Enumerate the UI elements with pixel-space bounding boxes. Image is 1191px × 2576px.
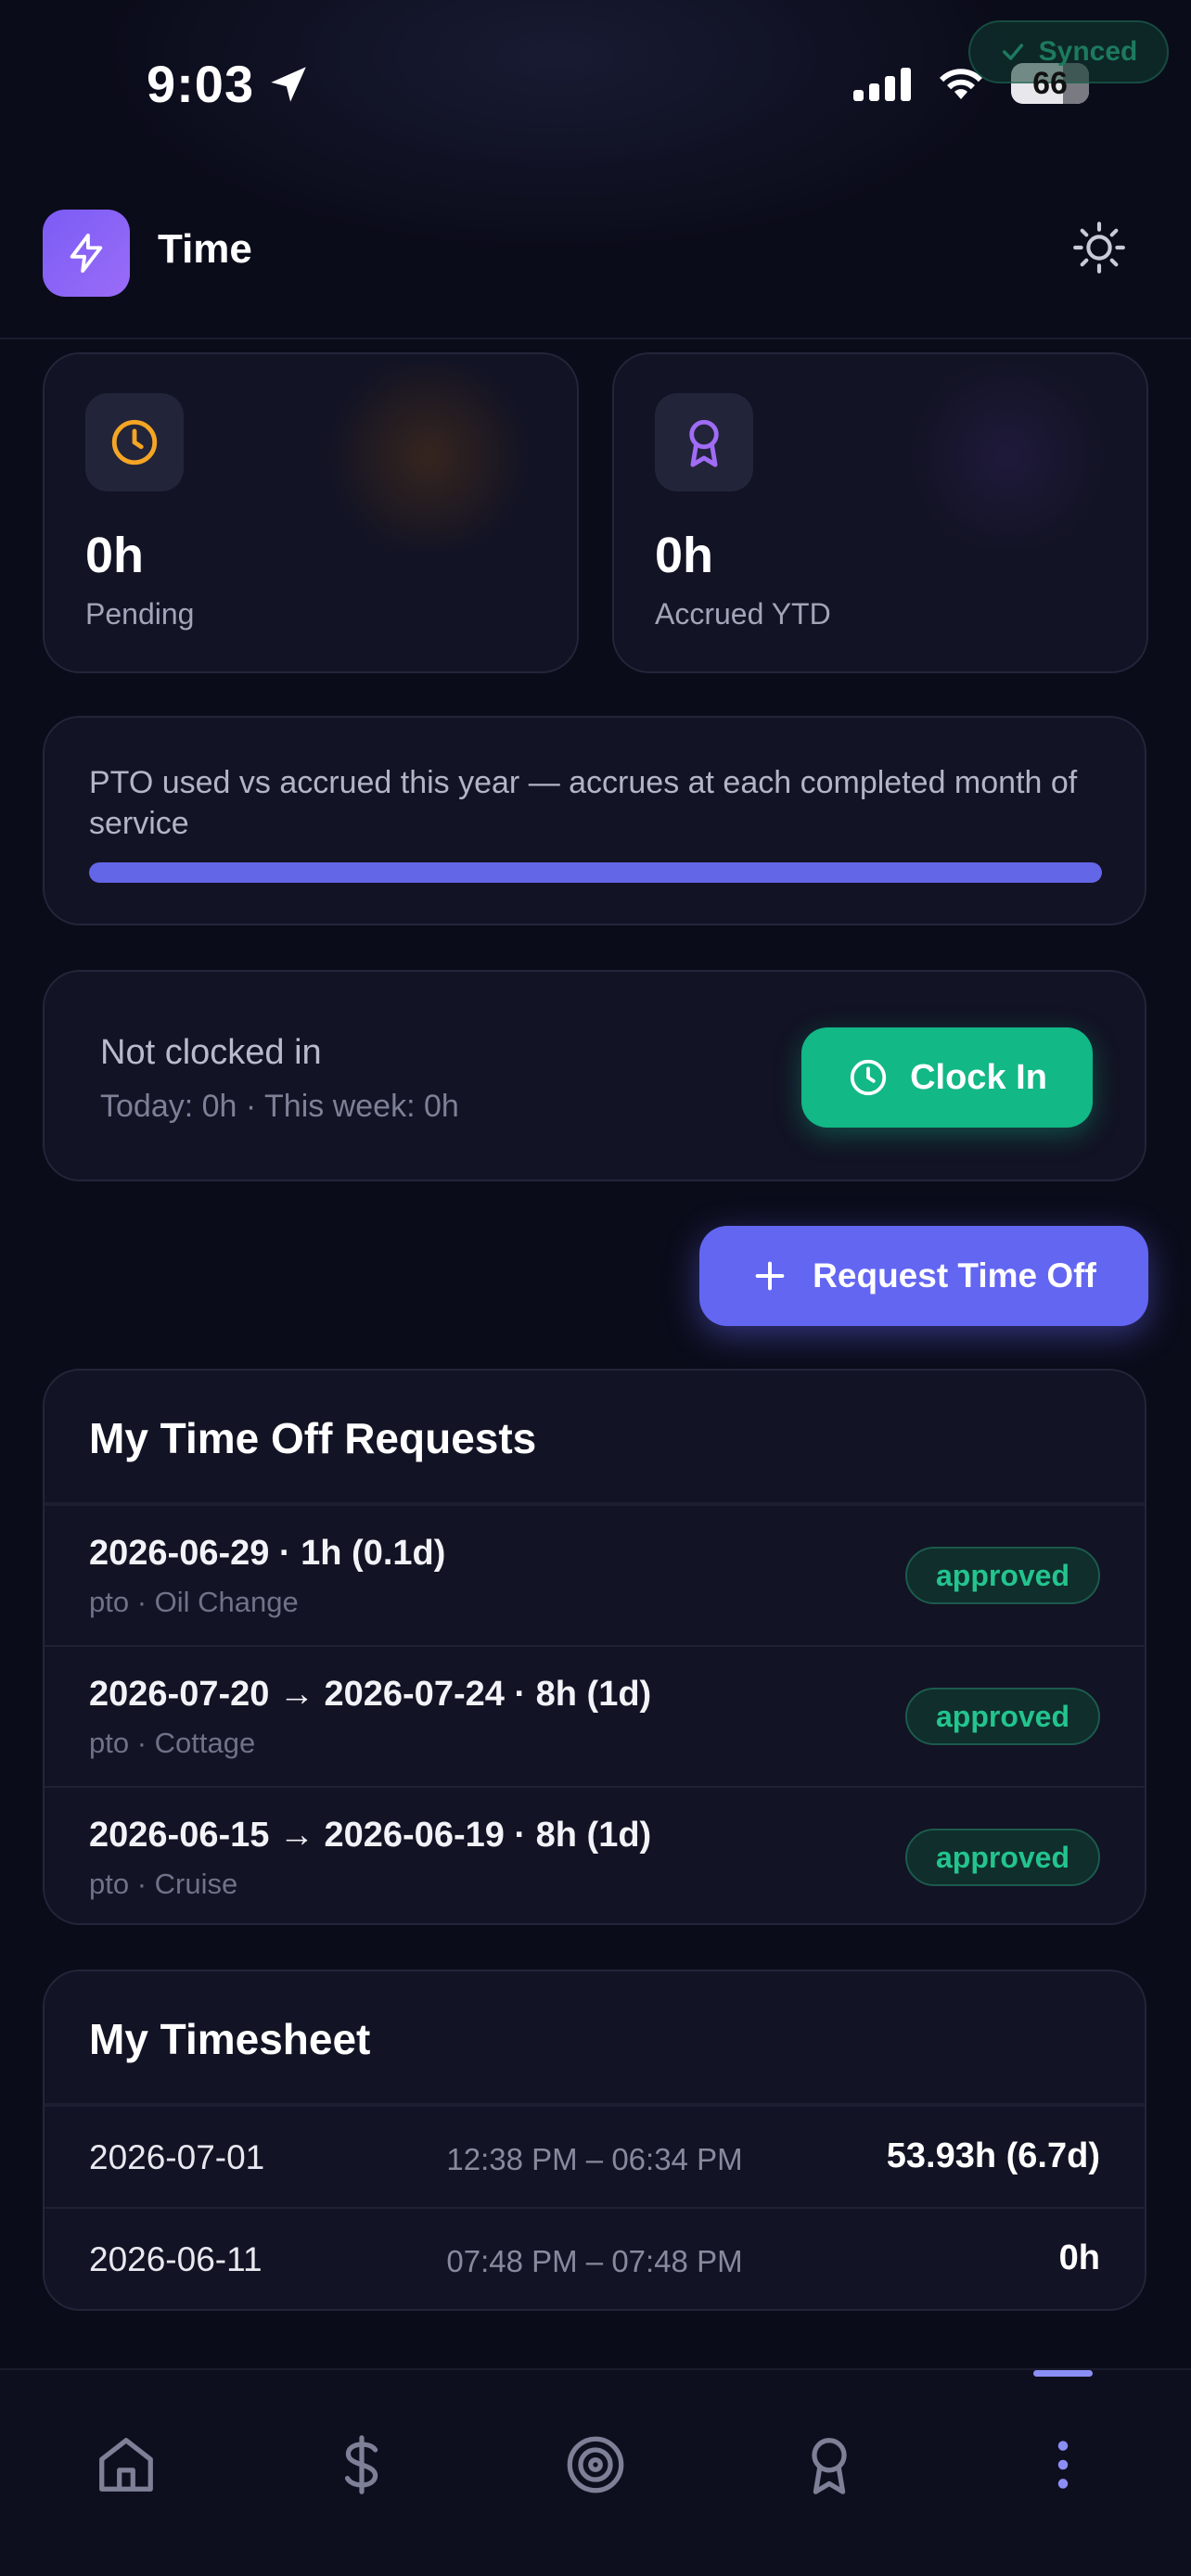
nav-more[interactable] <box>1017 2418 1109 2511</box>
table-row: 07:48 PM – 07:48 PM 2026-06-11 0h <box>45 2209 1145 2309</box>
request-title: 2026-06-15 → 2026-06-19 · 8h (1d) <box>89 1816 652 1855</box>
location-arrow-icon <box>271 66 306 102</box>
stat-icon-box <box>655 393 753 491</box>
accrued-value: 0h <box>655 528 714 583</box>
award-icon <box>689 419 719 467</box>
app-header: Time <box>0 185 1191 339</box>
app-logo <box>43 210 130 297</box>
pending-value: 0h <box>85 528 145 583</box>
list-item[interactable]: 2026-07-20 → 2026-07-24 · 8h (1d) pto · … <box>45 1647 1145 1788</box>
clock-in-button[interactable]: Clock In <box>801 1027 1093 1128</box>
request-subtitle: pto · Cottage <box>89 1727 256 1759</box>
battery-level: 66 <box>1032 65 1068 101</box>
accrued-stat-card: 0h Accrued YTD <box>612 352 1148 673</box>
table-row: 12:38 PM – 06:34 PM 2026-07-01 53.93h (6… <box>45 2107 1145 2209</box>
nav-home[interactable] <box>80 2418 173 2511</box>
nav-active-indicator <box>1033 2370 1093 2377</box>
status-badge: approved <box>905 1688 1100 1745</box>
bottom-nav <box>0 2368 1191 2576</box>
pto-progress-bar <box>89 862 1102 883</box>
timesheet-card: My Timesheet 12:38 PM – 06:34 PM 2026-07… <box>43 1970 1146 2311</box>
nav-finance[interactable] <box>315 2418 408 2511</box>
pending-stat-card: 0h Pending <box>43 352 579 673</box>
list-item[interactable]: 2026-06-29 · 1h (0.1d) pto · Oil Change … <box>45 1506 1145 1647</box>
clock-icon <box>111 419 158 465</box>
timesheet-date: 2026-06-11 <box>89 2240 263 2278</box>
pto-progress-fill <box>89 862 1102 883</box>
target-icon <box>567 2436 624 2493</box>
request-subtitle: pto · Oil Change <box>89 1586 299 1618</box>
cellular-signal-icon <box>853 66 911 101</box>
home-icon <box>99 2438 153 2492</box>
clock-in-label: Clock In <box>910 1057 1047 1097</box>
dollar-icon <box>344 2435 378 2494</box>
status-icons: 66 <box>853 63 1089 104</box>
theme-toggle-button[interactable] <box>1065 213 1133 282</box>
timesheet-hours: 0h <box>1058 2238 1100 2277</box>
award-icon <box>812 2438 847 2494</box>
status-time: 9:03 <box>147 54 312 114</box>
status-time-text: 9:03 <box>147 55 255 113</box>
lightning-icon <box>70 233 103 274</box>
status-badge: approved <box>905 1829 1100 1886</box>
request-subtitle: pto · Cruise <box>89 1868 238 1900</box>
clock-summary: Today: 0h · This week: 0h <box>100 1089 459 1124</box>
timesheet-date: 2026-07-01 <box>89 2138 265 2176</box>
accrued-label: Accrued YTD <box>655 597 831 631</box>
request-title: 2026-07-20 → 2026-07-24 · 8h (1d) <box>89 1675 652 1714</box>
plus-icon <box>755 1261 785 1291</box>
timesheet-hours: 53.93h (6.7d) <box>886 2136 1100 2175</box>
clock-status: Not clocked in <box>100 1033 322 1072</box>
pto-progress-card: PTO used vs accrued this year — accrues … <box>43 716 1146 925</box>
sun-icon <box>1073 222 1125 274</box>
request-time-off-button[interactable]: Request Time Off <box>699 1226 1148 1326</box>
synced-badge: Synced <box>968 20 1169 83</box>
pending-label: Pending <box>85 597 195 631</box>
page-title: Time <box>158 226 252 272</box>
more-vertical-icon <box>1057 2441 1069 2489</box>
clock-icon <box>850 1059 887 1096</box>
stat-icon-box <box>85 393 184 491</box>
request-title: 2026-06-29 · 1h (0.1d) <box>89 1534 446 1573</box>
timesheet-title: My Timesheet <box>89 2015 371 2063</box>
nav-goals[interactable] <box>549 2418 642 2511</box>
clock-card: Not clocked in Today: 0h · This week: 0h… <box>43 970 1146 1181</box>
nav-awards[interactable] <box>783 2418 876 2511</box>
status-badge: approved <box>905 1547 1100 1604</box>
check-icon <box>1002 44 1023 60</box>
list-item[interactable]: 2026-06-15 → 2026-06-19 · 8h (1d) pto · … <box>45 1788 1145 1923</box>
requests-title: My Time Off Requests <box>89 1414 537 1462</box>
time-off-requests-card: My Time Off Requests 2026-06-29 · 1h (0.… <box>43 1369 1146 1925</box>
request-time-off-label: Request Time Off <box>813 1256 1096 1294</box>
pto-description: PTO used vs accrued this year — accrues … <box>89 765 1078 841</box>
synced-label: Synced <box>1038 36 1138 67</box>
